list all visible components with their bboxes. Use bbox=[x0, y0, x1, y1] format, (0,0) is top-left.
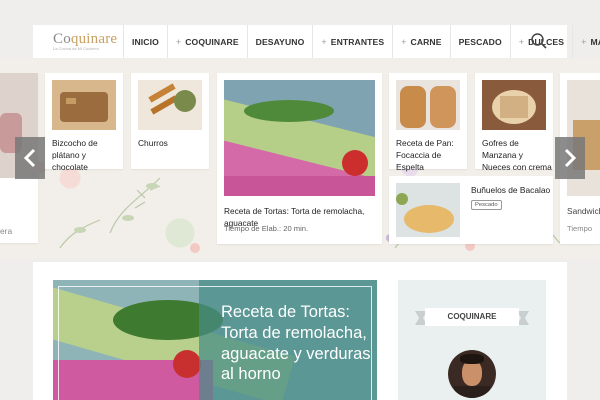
sidebar-author-widget: COQUINARE bbox=[398, 280, 546, 400]
logo-tagline: La Cocina de Mi Cocinero bbox=[53, 46, 100, 51]
recipe-title: Sandwich bbox=[567, 206, 600, 216]
recipe-image bbox=[224, 80, 375, 196]
chevron-right-icon bbox=[564, 148, 577, 168]
chevron-left-icon bbox=[23, 148, 36, 168]
nav-item-pescado[interactable]: PESCADO bbox=[449, 25, 510, 58]
recipe-prep-time: Tiempo bbox=[567, 224, 593, 233]
plus-icon: + bbox=[175, 36, 182, 47]
plus-icon: + bbox=[581, 36, 587, 47]
site-header: Coquinare La Cocina de Mi Cocinero INICI… bbox=[33, 25, 600, 58]
main-nav: INICIO + COQUINARE DESAYUNO + ENTRANTES + C… bbox=[123, 25, 600, 58]
recipe-card-featured[interactable]: Receta de Tortas: Torta de remolacha, ag… bbox=[217, 73, 382, 244]
featured-post[interactable]: Receta de Tortas: Torta de remolacha, ag… bbox=[53, 280, 377, 400]
nav-label: ENTRANTES bbox=[330, 36, 385, 47]
nav-label: CARNE bbox=[410, 36, 442, 47]
recipe-title: era bbox=[0, 226, 13, 236]
recipe-card[interactable]: Buñuelos de Bacalao Pescado bbox=[389, 176, 553, 244]
logo-text-co: Co bbox=[53, 31, 71, 47]
recipe-title: Receta de Pan: Focaccia de Espelta bbox=[396, 138, 454, 173]
recipe-prep-time: Tiempo de Elab.: 20 min. bbox=[224, 224, 309, 233]
recipe-carousel: era Bizcocho de plátano y chocolate Chur… bbox=[0, 58, 600, 258]
search-icon[interactable] bbox=[530, 32, 548, 50]
recipe-card[interactable]: Gofres de Manzana y Nueces con crema bbox=[475, 73, 553, 172]
recipe-title: Gofres de Manzana y Nueces con crema bbox=[482, 138, 552, 173]
recipe-title: Buñuelos de Bacalao bbox=[471, 185, 551, 195]
logo-text-quinare: quinare bbox=[70, 31, 118, 47]
recipe-image bbox=[482, 80, 546, 130]
recipe-card[interactable]: Bizcocho de plátano y chocolate bbox=[45, 73, 123, 172]
nav-item-carne[interactable]: + CARNE bbox=[392, 25, 449, 58]
recipe-image bbox=[396, 183, 460, 237]
site-logo[interactable]: Coquinare La Cocina de Mi Cocinero bbox=[53, 31, 133, 55]
nav-label: COQUINARE bbox=[185, 36, 239, 47]
nav-label: PESCADO bbox=[458, 36, 502, 47]
recipe-image bbox=[52, 80, 116, 130]
plus-icon: + bbox=[518, 36, 525, 47]
recipe-card[interactable]: Churros bbox=[131, 73, 209, 169]
plus-icon: + bbox=[401, 36, 407, 47]
carousel-prev-button[interactable] bbox=[15, 137, 45, 179]
recipe-card[interactable]: Receta de Pan: Focaccia de Espelta bbox=[389, 73, 467, 172]
recipe-image bbox=[138, 80, 202, 130]
nav-label: INICIO bbox=[132, 36, 159, 47]
carousel-next-button[interactable] bbox=[555, 137, 585, 179]
recipe-image bbox=[396, 80, 460, 130]
sidebar-heading: COQUINARE bbox=[447, 312, 497, 321]
nav-item-mas[interactable]: +MÁS bbox=[572, 25, 600, 58]
recipe-title: Bizcocho de plátano y chocolate bbox=[52, 138, 98, 173]
nav-label: MÁS bbox=[590, 36, 600, 47]
nav-item-desayuno[interactable]: DESAYUNO bbox=[246, 25, 313, 58]
category-tag[interactable]: Pescado bbox=[471, 200, 502, 210]
recipe-title: Churros bbox=[138, 138, 168, 148]
plus-icon: + bbox=[321, 36, 327, 47]
avatar[interactable] bbox=[448, 350, 496, 398]
nav-item-inicio[interactable]: INICIO bbox=[123, 25, 167, 58]
featured-title[interactable]: Receta de Tortas: Torta de remolacha, ag… bbox=[221, 302, 371, 385]
nav-item-entrantes[interactable]: + ENTRANTES bbox=[312, 25, 392, 58]
nav-item-coquinare[interactable]: + COQUINARE bbox=[166, 25, 247, 58]
nav-label: DESAYUNO bbox=[255, 36, 305, 47]
